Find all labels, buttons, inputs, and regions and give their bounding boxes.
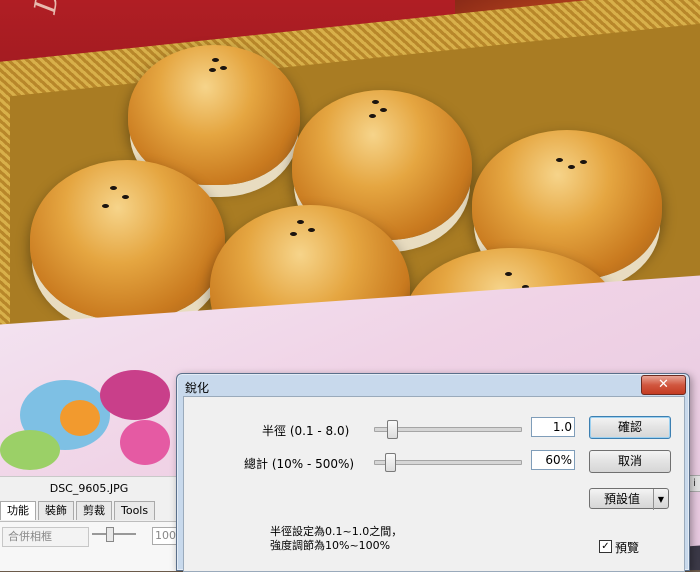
radius-slider-thumb[interactable] [386,420,398,439]
amount-input[interactable]: 60% [531,450,575,470]
amount-label: 總計 (10% - 500%) [244,457,355,471]
preset-label: 預設值 [603,492,640,506]
note-line-1: 半徑設定為0.1~1.0之間， [270,525,403,538]
tab-tools[interactable]: Tools [114,501,156,520]
merge-frame-button[interactable]: 合併相框 [2,527,89,547]
tab-bar: 功能 裝飾 剪裁 Tools [0,501,157,521]
close-button[interactable]: ✕ [641,375,686,395]
filename-label: DSC_9605.JPG [49,482,129,495]
chevron-down-icon[interactable]: ▼ [653,489,668,510]
zoom-slider-track[interactable] [92,533,136,535]
tab-decorate[interactable]: 裝飾 [38,501,74,520]
tab-functions[interactable]: 功能 [0,501,36,520]
amount-slider-thumb[interactable] [384,453,396,472]
preview-checkbox[interactable]: ✓ [599,540,612,553]
tab-crop[interactable]: 剪裁 [76,501,112,520]
sharpen-dialog: 銳化 ✕ 半徑 (0.1 - 8.0) 1.0 總計 (10% - 500%) … [176,373,690,572]
dialog-body: 半徑 (0.1 - 8.0) 1.0 總計 (10% - 500%) 60% 確… [183,396,685,572]
dialog-title: 銳化 [185,381,210,395]
radius-label: 半徑 (0.1 - 8.0) [262,424,350,438]
amount-slider-track[interactable] [374,460,522,465]
preset-button[interactable]: 預設值 ▼ [589,488,669,510]
note-line-2: 強度調節為10%~100% [270,539,391,552]
zoom-slider-thumb[interactable] [106,527,114,542]
cancel-button[interactable]: 取消 [589,450,671,473]
mooncake [30,160,225,320]
preview-label: 預覽 [615,541,640,555]
ok-button[interactable]: 確認 [589,416,671,439]
radius-input[interactable]: 1.0 [531,417,575,437]
